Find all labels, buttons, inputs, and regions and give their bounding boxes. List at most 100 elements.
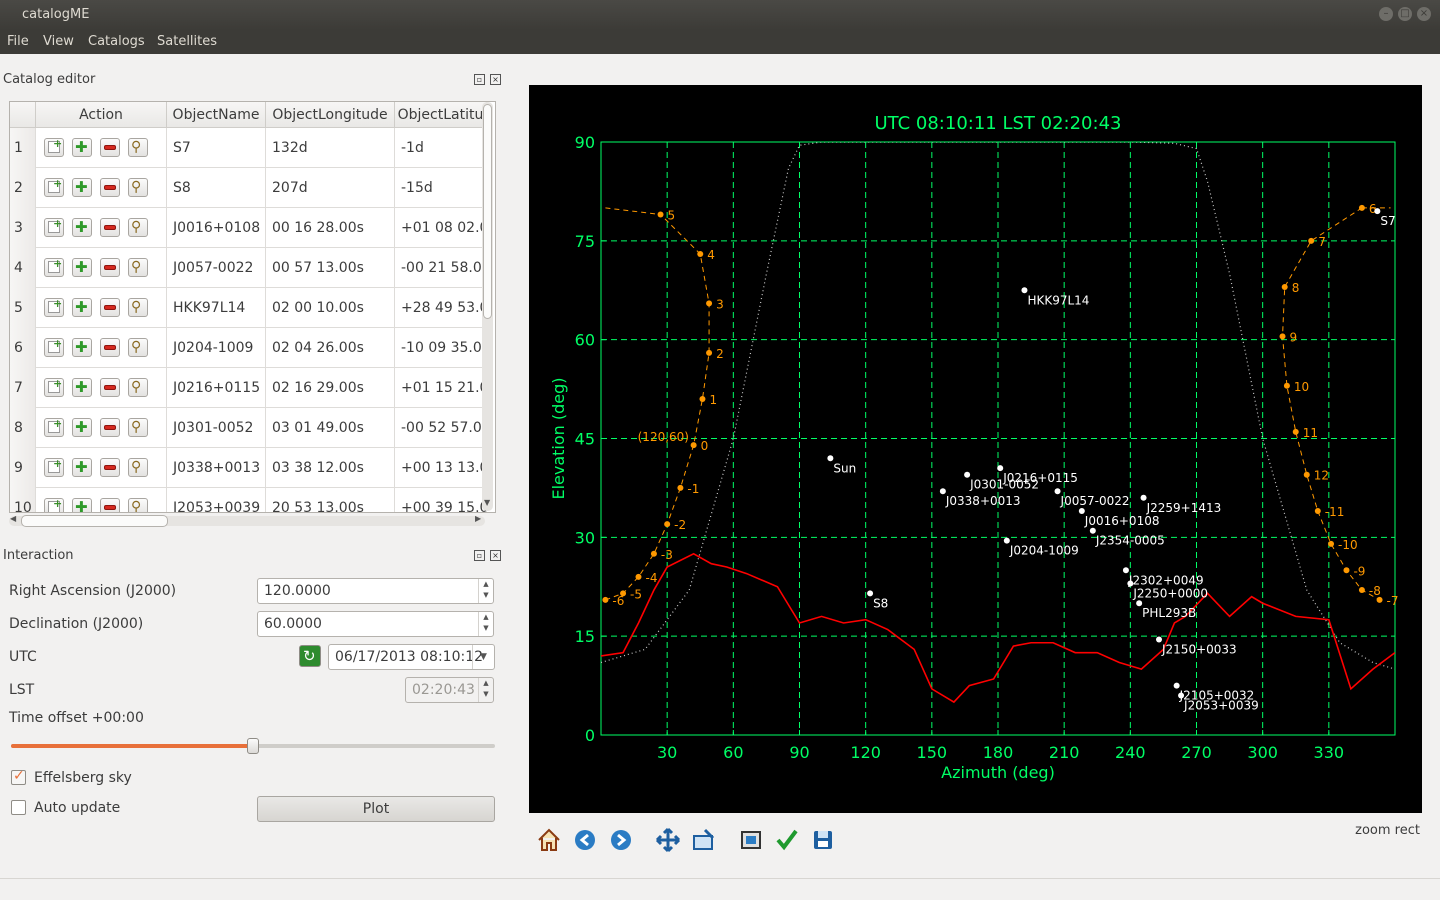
find-object-button[interactable]: ⚲ <box>128 338 148 357</box>
ra-input[interactable]: 120.0000 ▲ ▼ <box>257 578 494 604</box>
insert-row-button[interactable]: + <box>44 138 64 157</box>
menu-view[interactable]: View <box>43 34 74 49</box>
column-header-objectname[interactable]: ObjectName <box>167 102 266 128</box>
find-object-button[interactable]: ⚲ <box>128 138 148 157</box>
row-number[interactable]: 6 <box>10 328 36 368</box>
maximize-icon[interactable]: □ <box>1398 7 1412 21</box>
add-row-button[interactable]: ✚ <box>72 258 92 277</box>
add-row-button[interactable]: ✚ <box>72 338 92 357</box>
add-row-button[interactable]: ✚ <box>72 378 92 397</box>
row-number[interactable]: 10 <box>10 488 36 512</box>
dec-input[interactable]: 60.0000 ▲ ▼ <box>257 611 494 637</box>
delete-row-button[interactable] <box>100 218 120 237</box>
find-object-button[interactable]: ⚲ <box>128 458 148 477</box>
interaction-close-icon[interactable]: × <box>490 550 501 561</box>
minimize-icon[interactable]: – <box>1379 7 1393 21</box>
object-name-cell[interactable]: J0016+0108 <box>167 208 266 248</box>
track-point[interactable] <box>620 590 627 597</box>
track-point[interactable] <box>1376 596 1383 603</box>
find-object-button[interactable]: ⚲ <box>128 218 148 237</box>
menu-satellites[interactable]: Satellites <box>157 34 217 49</box>
insert-row-button[interactable]: + <box>44 498 64 512</box>
add-row-button[interactable]: ✚ <box>72 218 92 237</box>
track-point[interactable] <box>706 349 713 356</box>
find-object-button[interactable]: ⚲ <box>128 418 148 437</box>
row-number[interactable]: 5 <box>10 288 36 328</box>
object-longitude-cell[interactable]: 00 57 13.00s <box>266 248 395 288</box>
track-point[interactable] <box>657 211 664 218</box>
add-row-button[interactable]: ✚ <box>72 138 92 157</box>
object-latitude-cell[interactable]: +01 08 02.0" <box>395 208 487 248</box>
object-name-cell[interactable]: J2053+0039 <box>167 488 266 512</box>
object-latitude-cell[interactable]: -1d <box>395 128 487 168</box>
track-point[interactable] <box>1283 382 1290 389</box>
back-button[interactable] <box>572 826 598 854</box>
time-offset-slider[interactable] <box>11 738 495 754</box>
track-point[interactable] <box>699 395 706 402</box>
object-latitude-cell[interactable]: -00 21 58.0" <box>395 248 487 288</box>
track-point[interactable] <box>602 596 609 603</box>
track-point[interactable] <box>1292 428 1299 435</box>
ra-spin-arrows-icon[interactable]: ▲ ▼ <box>478 579 493 603</box>
track-point[interactable] <box>677 484 684 491</box>
table-row[interactable]: 5 + ✚ ⚲ HKK97L14 02 00 10.00s +28 49 53.0" <box>10 288 487 328</box>
delete-row-button[interactable] <box>100 138 120 157</box>
track-point[interactable] <box>650 550 657 557</box>
utc-datetime-input[interactable]: 06/17/2013 08:10:12 ▼ <box>328 644 495 670</box>
row-number[interactable]: 2 <box>10 168 36 208</box>
add-row-button[interactable]: ✚ <box>72 298 92 317</box>
insert-row-button[interactable]: + <box>44 418 64 437</box>
track-point[interactable] <box>635 573 642 580</box>
row-number[interactable]: 1 <box>10 128 36 168</box>
zoom-rect-button[interactable] <box>691 826 717 854</box>
find-object-button[interactable]: ⚲ <box>128 258 148 277</box>
table-vertical-scrollbar[interactable]: ▼ <box>480 100 495 513</box>
object-name-cell[interactable]: HKK97L14 <box>167 288 266 328</box>
save-figure-button[interactable] <box>810 826 836 854</box>
table-row[interactable]: 9 + ✚ ⚲ J0338+0013 03 38 12.00s +00 13 13.0" <box>10 448 487 488</box>
add-row-button[interactable]: ✚ <box>72 418 92 437</box>
track-point[interactable] <box>1303 471 1310 478</box>
track-point[interactable] <box>1279 333 1286 340</box>
insert-row-button[interactable]: + <box>44 178 64 197</box>
object-longitude-cell[interactable]: 132d <box>266 128 395 168</box>
table-row[interactable]: 6 + ✚ ⚲ J0204-1009 02 04 26.00s -10 09 35.0" <box>10 328 487 368</box>
auto-update-checkbox[interactable] <box>11 800 26 815</box>
sky-chart[interactable]: 30 60 90 120 150 180 210 240 270 300 3300153045607… <box>529 85 1422 813</box>
home-button[interactable] <box>536 826 562 854</box>
float-icon[interactable]: ▫ <box>474 74 485 85</box>
delete-row-button[interactable] <box>100 178 120 197</box>
find-object-button[interactable]: ⚲ <box>128 378 148 397</box>
insert-row-button[interactable]: + <box>44 218 64 237</box>
dock-close-icon[interactable]: × <box>490 74 501 85</box>
find-object-button[interactable]: ⚲ <box>128 178 148 197</box>
menu-catalogs[interactable]: Catalogs <box>88 34 145 49</box>
object-name-cell[interactable]: S7 <box>167 128 266 168</box>
add-row-button[interactable]: ✚ <box>72 498 92 512</box>
insert-row-button[interactable]: + <box>44 378 64 397</box>
object-latitude-cell[interactable]: +00 13 13.0" <box>395 448 487 488</box>
object-longitude-cell[interactable]: 02 16 29.00s <box>266 368 395 408</box>
slider-handle[interactable] <box>247 738 259 754</box>
sky-plot[interactable]: 30 60 90 120 150 180 210 240 270 300 330 0 15 30 45 60 7… <box>529 85 1422 813</box>
effelsberg-checkbox[interactable]: ✓ <box>11 768 26 785</box>
delete-row-button[interactable] <box>100 378 120 397</box>
track-point[interactable] <box>690 442 697 449</box>
object-latitude-cell[interactable]: -10 09 35.0" <box>395 328 487 368</box>
object-longitude-cell[interactable]: 20 53 13.00s <box>266 488 395 512</box>
track-point[interactable] <box>1343 567 1350 574</box>
table-row[interactable]: 2 + ✚ ⚲ S8 207d -15d <box>10 168 487 208</box>
insert-row-button[interactable]: + <box>44 338 64 357</box>
object-name-cell[interactable]: J0057-0022 <box>167 248 266 288</box>
add-row-button[interactable]: ✚ <box>72 178 92 197</box>
delete-row-button[interactable] <box>100 418 120 437</box>
dec-spin-arrows-icon[interactable]: ▲ ▼ <box>478 612 493 636</box>
menu-file[interactable]: File <box>7 34 29 49</box>
edit-axes-button[interactable] <box>774 826 800 854</box>
object-name-cell[interactable]: J0301-0052 <box>167 408 266 448</box>
insert-row-button[interactable]: + <box>44 258 64 277</box>
column-header-objectlatitude[interactable]: ObjectLatitu <box>395 102 487 128</box>
track-point[interactable] <box>1308 237 1315 244</box>
track-point[interactable] <box>1358 587 1365 594</box>
object-latitude-cell[interactable]: +00 39 15.0" <box>395 488 487 512</box>
